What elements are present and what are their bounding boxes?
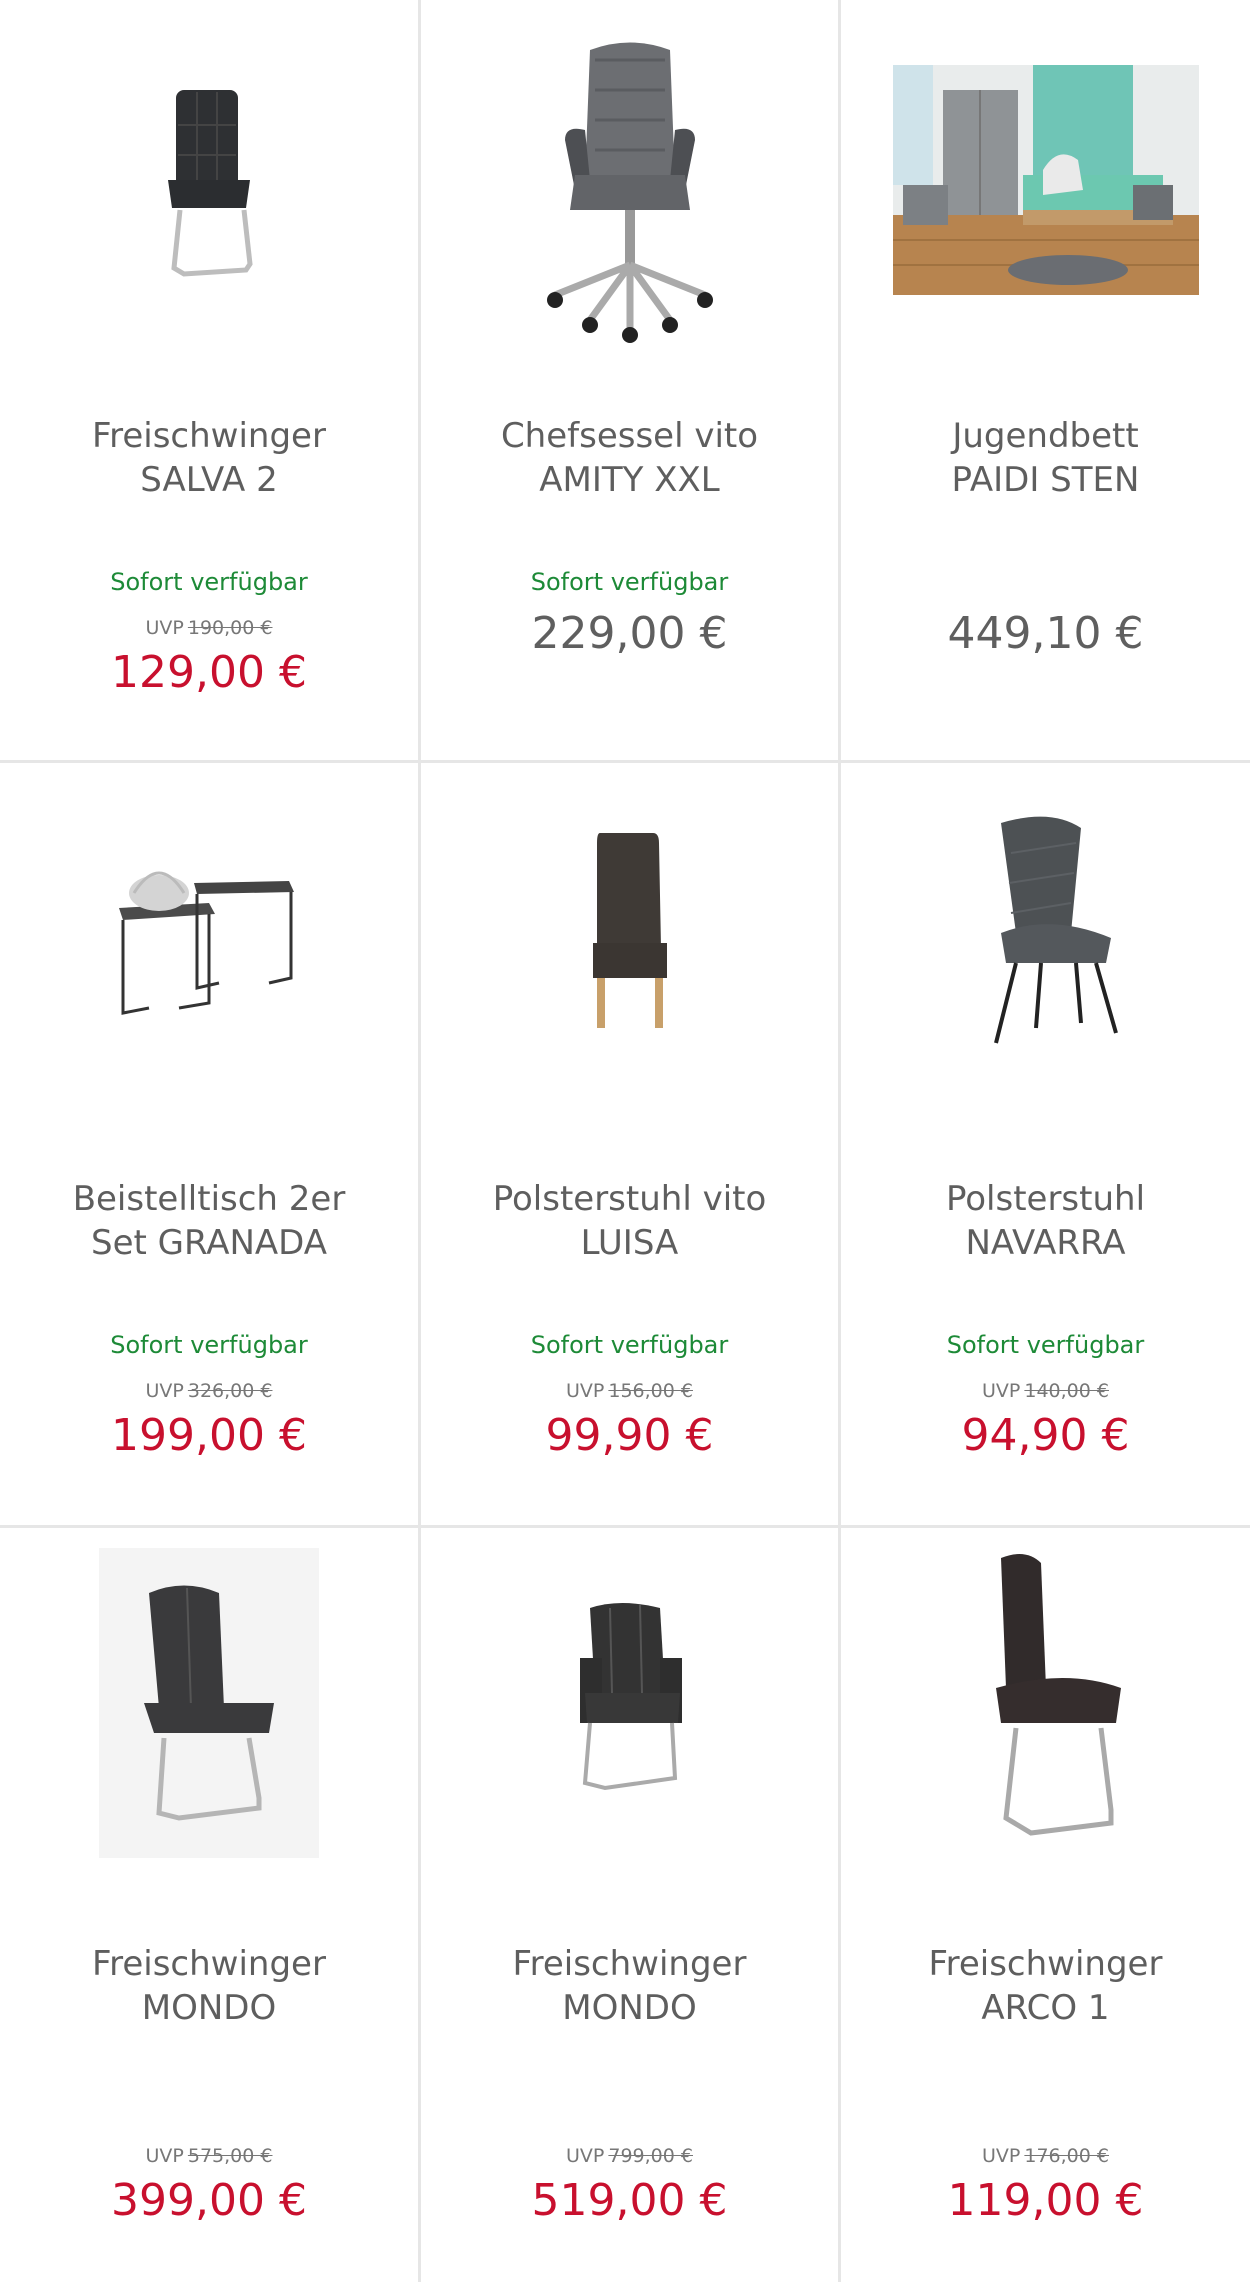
- uvp-line: UVP 799,00 €: [421, 2145, 838, 2167]
- product-card[interactable]: Freischwinger MONDO UVP 575,00 € 399,00 €: [0, 1528, 418, 2282]
- sale-price: 199,00 €: [111, 1410, 307, 1461]
- uvp-old-price: 176,00 €: [1024, 2145, 1109, 2167]
- product-card[interactable]: Freischwinger MONDO UVP 799,00 € 519,00 €: [421, 1528, 838, 2282]
- availability-label: Sofort verfügbar: [530, 568, 729, 596]
- product-title-line1[interactable]: Polsterstuhl: [841, 1177, 1250, 1221]
- product-title-line2[interactable]: SALVA 2: [0, 458, 418, 502]
- product-title-line2[interactable]: MONDO: [421, 1986, 838, 2030]
- product-card[interactable]: Beistelltisch 2er Set GRANADA Sofort verf…: [0, 763, 418, 1525]
- sale-price: 119,00 €: [947, 2175, 1144, 2226]
- availability-label: Sofort verfügbar: [946, 1331, 1145, 1359]
- sale-price: 399,00 €: [111, 2175, 307, 2226]
- uvp-old-price: 156,00 €: [608, 1380, 693, 1402]
- sale-price: 129,00 €: [111, 647, 307, 698]
- product-card[interactable]: Jugendbett PAIDI STEN 449,10 €: [841, 0, 1250, 760]
- sale-price: 519,00 €: [531, 2175, 728, 2226]
- sale-price: 94,90 €: [961, 1410, 1130, 1461]
- product-title-line1[interactable]: Beistelltisch 2er: [0, 1177, 418, 1221]
- price: 229,00 €: [531, 608, 728, 659]
- sale-price: 99,90 €: [545, 1410, 714, 1461]
- upholstered-chair-icon[interactable]: [421, 763, 838, 1103]
- product-title-line2[interactable]: LUISA: [421, 1221, 838, 1265]
- product-title-line2[interactable]: NAVARRA: [841, 1221, 1250, 1265]
- product-title-line2[interactable]: PAIDI STEN: [841, 458, 1250, 502]
- chair-legs-icon[interactable]: [841, 763, 1250, 1103]
- office-chair-icon[interactable]: [421, 10, 838, 370]
- product-title-line1[interactable]: Polsterstuhl vito: [421, 1177, 838, 1221]
- armchair-cantilever-icon[interactable]: [421, 1528, 838, 1868]
- product-card[interactable]: Chefsessel vito AMITY XXL Sofort verfügba…: [421, 0, 838, 760]
- chair-cantilever-icon[interactable]: [0, 1548, 418, 1858]
- uvp-old-price: 575,00 €: [187, 2145, 273, 2167]
- product-title-line2[interactable]: Set GRANADA: [0, 1221, 418, 1265]
- uvp-label: UVP: [982, 1380, 1021, 1402]
- product-title-line1[interactable]: Jugendbett: [841, 414, 1250, 458]
- uvp-label: UVP: [566, 2145, 605, 2167]
- uvp-old-price: 799,00 €: [608, 2145, 693, 2167]
- uvp-label: UVP: [145, 1380, 184, 1402]
- product-title-line2[interactable]: AMITY XXL: [421, 458, 838, 502]
- uvp-line: UVP 575,00 €: [0, 2145, 418, 2167]
- chair-cantilever-tall-icon[interactable]: [841, 1548, 1250, 1848]
- product-title-line1[interactable]: Freischwinger: [421, 1942, 838, 1986]
- availability-label: Sofort verfügbar: [110, 1331, 308, 1359]
- product-title-line2[interactable]: MONDO: [0, 1986, 418, 2030]
- uvp-label: UVP: [145, 2145, 184, 2167]
- availability-label: Sofort verfügbar: [110, 568, 308, 596]
- uvp-line: UVP 156,00 €: [421, 1380, 838, 1402]
- product-card[interactable]: Polsterstuhl vito LUISA Sofort verfügbar …: [421, 763, 838, 1525]
- product-title-line1[interactable]: Chefsessel vito: [421, 414, 838, 458]
- uvp-label: UVP: [566, 1380, 605, 1402]
- product-card[interactable]: Polsterstuhl NAVARRA Sofort verfügbar UVP…: [841, 763, 1250, 1525]
- uvp-label: UVP: [145, 617, 184, 639]
- availability-label: Sofort verfügbar: [530, 1331, 729, 1359]
- product-title-line1[interactable]: Freischwinger: [0, 414, 418, 458]
- product-title-line1[interactable]: Freischwinger: [0, 1942, 418, 1986]
- product-title-line2[interactable]: ARCO 1: [841, 1986, 1250, 2030]
- product-card[interactable]: Freischwinger SALVA 2 Sofort verfügbar UV…: [0, 0, 418, 760]
- uvp-line: UVP 190,00 €: [0, 617, 418, 639]
- uvp-old-price: 140,00 €: [1024, 1380, 1109, 1402]
- uvp-old-price: 190,00 €: [187, 617, 273, 639]
- price: 449,10 €: [947, 608, 1144, 659]
- chair-freischwinger-icon[interactable]: [0, 0, 418, 360]
- uvp-old-price: 326,00 €: [187, 1380, 273, 1402]
- side-table-icon[interactable]: [0, 763, 418, 1103]
- bed-room-photo[interactable]: [841, 0, 1250, 360]
- uvp-line: UVP 176,00 €: [841, 2145, 1250, 2167]
- product-grid: Freischwinger SALVA 2 Sofort verfügbar UV…: [0, 0, 1250, 2282]
- uvp-line: UVP 140,00 €: [841, 1380, 1250, 1402]
- product-title-line1[interactable]: Freischwinger: [841, 1942, 1250, 1986]
- product-card[interactable]: Freischwinger ARCO 1 UVP 176,00 € 119,00 €: [841, 1528, 1250, 2282]
- uvp-label: UVP: [982, 2145, 1021, 2167]
- uvp-line: UVP 326,00 €: [0, 1380, 418, 1402]
